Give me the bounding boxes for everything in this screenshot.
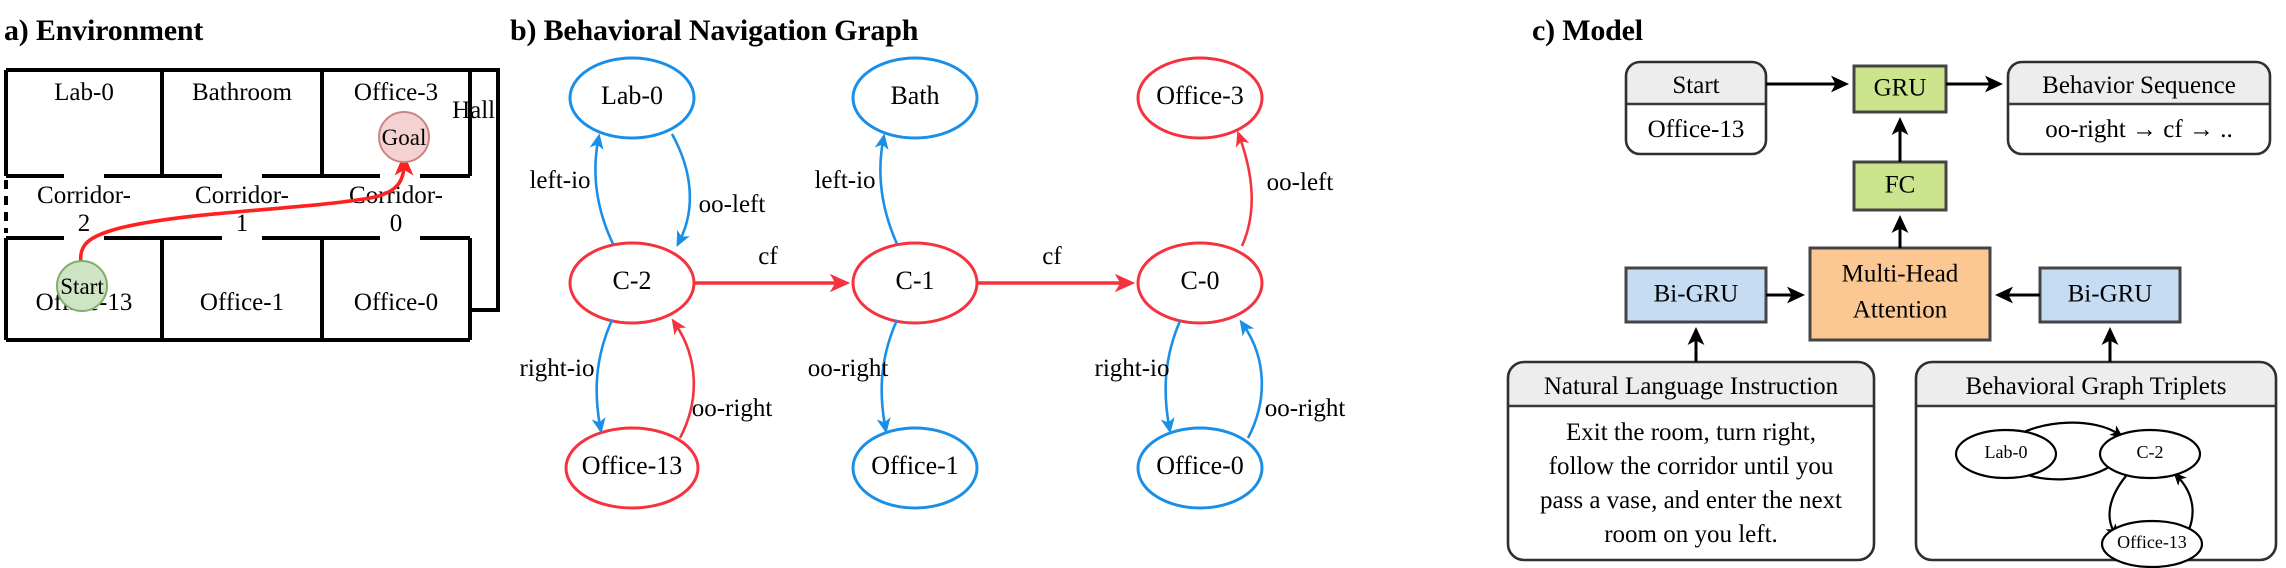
nl-instruction-card[interactable]: Natural Language Instruction Exit the ro…: [1506, 360, 1876, 562]
node-c2-label: C-2: [613, 266, 652, 295]
edge-c2-office13: [591, 319, 614, 434]
node-office13-label: Office-13: [582, 451, 683, 480]
node-office0-label: Office-0: [1156, 451, 1244, 480]
node-bath-label: Bath: [890, 81, 939, 110]
nli-card-header-label: Natural Language Instruction: [1544, 373, 1839, 400]
fc-block[interactable]: FC: [1852, 160, 1948, 212]
panel-environment: a) Environment Lab-0 Bathroom Office-3 H…: [0, 0, 500, 568]
edge-label-oo-left-office3: oo-left: [1267, 169, 1334, 196]
edge-c2-lab0: [589, 133, 615, 245]
gru-block[interactable]: GRU: [1852, 64, 1948, 114]
edge-label-right-io-office0: right-io: [1095, 355, 1170, 382]
corridor-label-1-line1: Corridor-: [195, 182, 289, 209]
panel-a-title: a) Environment: [4, 14, 204, 47]
figure-root: a) Environment Lab-0 Bathroom Office-3 H…: [0, 0, 2286, 568]
mini-node-office13-label: Office-13: [2117, 532, 2187, 552]
room-label-lab0: Lab-0: [54, 79, 114, 106]
corridor-label-0-line2: 0: [390, 210, 403, 237]
goal-marker-label: Goal: [382, 125, 427, 150]
edge-label-left-io-lab0: left-io: [529, 167, 590, 194]
bgt-card-body-bg: [1916, 406, 2276, 560]
start-marker: Start: [56, 260, 108, 312]
room-label-office1: Office-1: [200, 289, 284, 316]
edge-office0-c0: [1239, 319, 1264, 439]
corridor-label-2-line1: Corridor-: [37, 182, 131, 209]
node-office3[interactable]: Office-3: [1136, 56, 1264, 140]
node-c0[interactable]: C-0: [1136, 241, 1264, 325]
start-card[interactable]: Start Office-13: [1624, 60, 1768, 156]
bigru-left-block[interactable]: Bi-GRU: [1624, 266, 1768, 324]
node-c2[interactable]: C-2: [568, 241, 696, 325]
panel-behavioral-navigation-graph: b) Behavioral Navigation Graph Lab-0 C-2: [500, 0, 1500, 568]
bigru-right-label: Bi-GRU: [2068, 281, 2153, 308]
model-architecture-diagram: Start Office-13 GRU Behavior Sequence oo…: [1506, 60, 2278, 568]
environment-floorplan: Lab-0 Bathroom Office-3 Hall-2 Corridor-…: [4, 68, 500, 342]
gru-block-label: GRU: [1874, 75, 1927, 102]
mha-block-label-line1: Multi-Head: [1842, 261, 1959, 288]
bseq-card-header-label: Behavior Sequence: [2042, 72, 2236, 99]
edge-lab0-c2: [670, 133, 692, 247]
node-lab0[interactable]: Lab-0: [568, 56, 696, 140]
mha-block-label-line2: Attention: [1853, 297, 1948, 324]
nli-card-body-line1: Exit the room, turn right,: [1566, 419, 1816, 446]
bseq-card-body-label: oo-right → cf → ..: [2045, 116, 2232, 143]
graph-triplets-card[interactable]: Behavioral Graph Triplets Lab-0 C-2 Offi…: [1914, 360, 2278, 568]
start-card-header-label: Start: [1672, 72, 1719, 99]
room-label-office0: Office-0: [354, 289, 438, 316]
node-office3-label: Office-3: [1156, 81, 1244, 110]
corridor-label-1-line2: 1: [236, 210, 249, 237]
edge-label-left-io-bath: left-io: [814, 167, 875, 194]
nli-card-body-line2: follow the corridor until you: [1549, 453, 1834, 480]
node-office13[interactable]: Office-13: [564, 426, 700, 510]
panel-model: c) Model Start Office-13 GRU Behavior Se…: [1500, 0, 2286, 568]
node-bath[interactable]: Bath: [851, 56, 979, 140]
edge-label-cf-c1-c0: cf: [1042, 243, 1062, 270]
mini-node-c2-label: C-2: [2137, 442, 2164, 462]
bigru-right-block[interactable]: Bi-GRU: [2038, 266, 2182, 324]
behavior-sequence-card[interactable]: Behavior Sequence oo-right → cf → ..: [2006, 60, 2272, 156]
edge-label-oo-right-c2: oo-right: [692, 395, 773, 422]
start-card-body-label: Office-13: [1648, 116, 1745, 143]
behavioral-navigation-graph: Lab-0 C-2 Office-13 left-io oo-left righ…: [520, 56, 1346, 510]
room-label-office3: Office-3: [354, 79, 438, 106]
goal-marker: Goal: [378, 111, 430, 163]
node-office0[interactable]: Office-0: [1136, 426, 1264, 510]
edge-label-right-io-office13: right-io: [520, 355, 595, 382]
fc-block-label: FC: [1885, 172, 1916, 199]
edge-label-oo-right-office1: oo-right: [808, 355, 889, 382]
corridor-label-2-line2: 2: [78, 210, 91, 237]
nli-card-body-line3: pass a vase, and enter the next: [1540, 487, 1842, 514]
node-c0-label: C-0: [1181, 266, 1220, 295]
edge-c0-office3: [1235, 130, 1253, 247]
bgt-card-header-label: Behavioral Graph Triplets: [1965, 373, 2226, 400]
node-c1-label: C-1: [896, 266, 935, 295]
mini-node-lab0-label: Lab-0: [1985, 442, 2028, 462]
edge-c1-bath: [874, 133, 899, 245]
multi-head-attention-block[interactable]: Multi-Head Attention: [1808, 246, 1992, 342]
room-label-hall2: Hall-2: [452, 97, 500, 124]
start-marker-label: Start: [60, 274, 104, 299]
nli-card-body-line4: room on you left.: [1604, 521, 1778, 548]
node-office1-label: Office-1: [871, 451, 959, 480]
node-c1[interactable]: C-1: [851, 241, 979, 325]
edge-label-oo-left-c2: oo-left: [699, 191, 766, 218]
node-office1[interactable]: Office-1: [851, 426, 979, 510]
edge-label-cf-c2-c1: cf: [758, 243, 778, 270]
room-label-bathroom: Bathroom: [192, 79, 293, 106]
node-lab0-label: Lab-0: [601, 81, 663, 110]
bigru-left-label: Bi-GRU: [1654, 281, 1739, 308]
edge-label-oo-right-c0: oo-right: [1265, 395, 1346, 422]
